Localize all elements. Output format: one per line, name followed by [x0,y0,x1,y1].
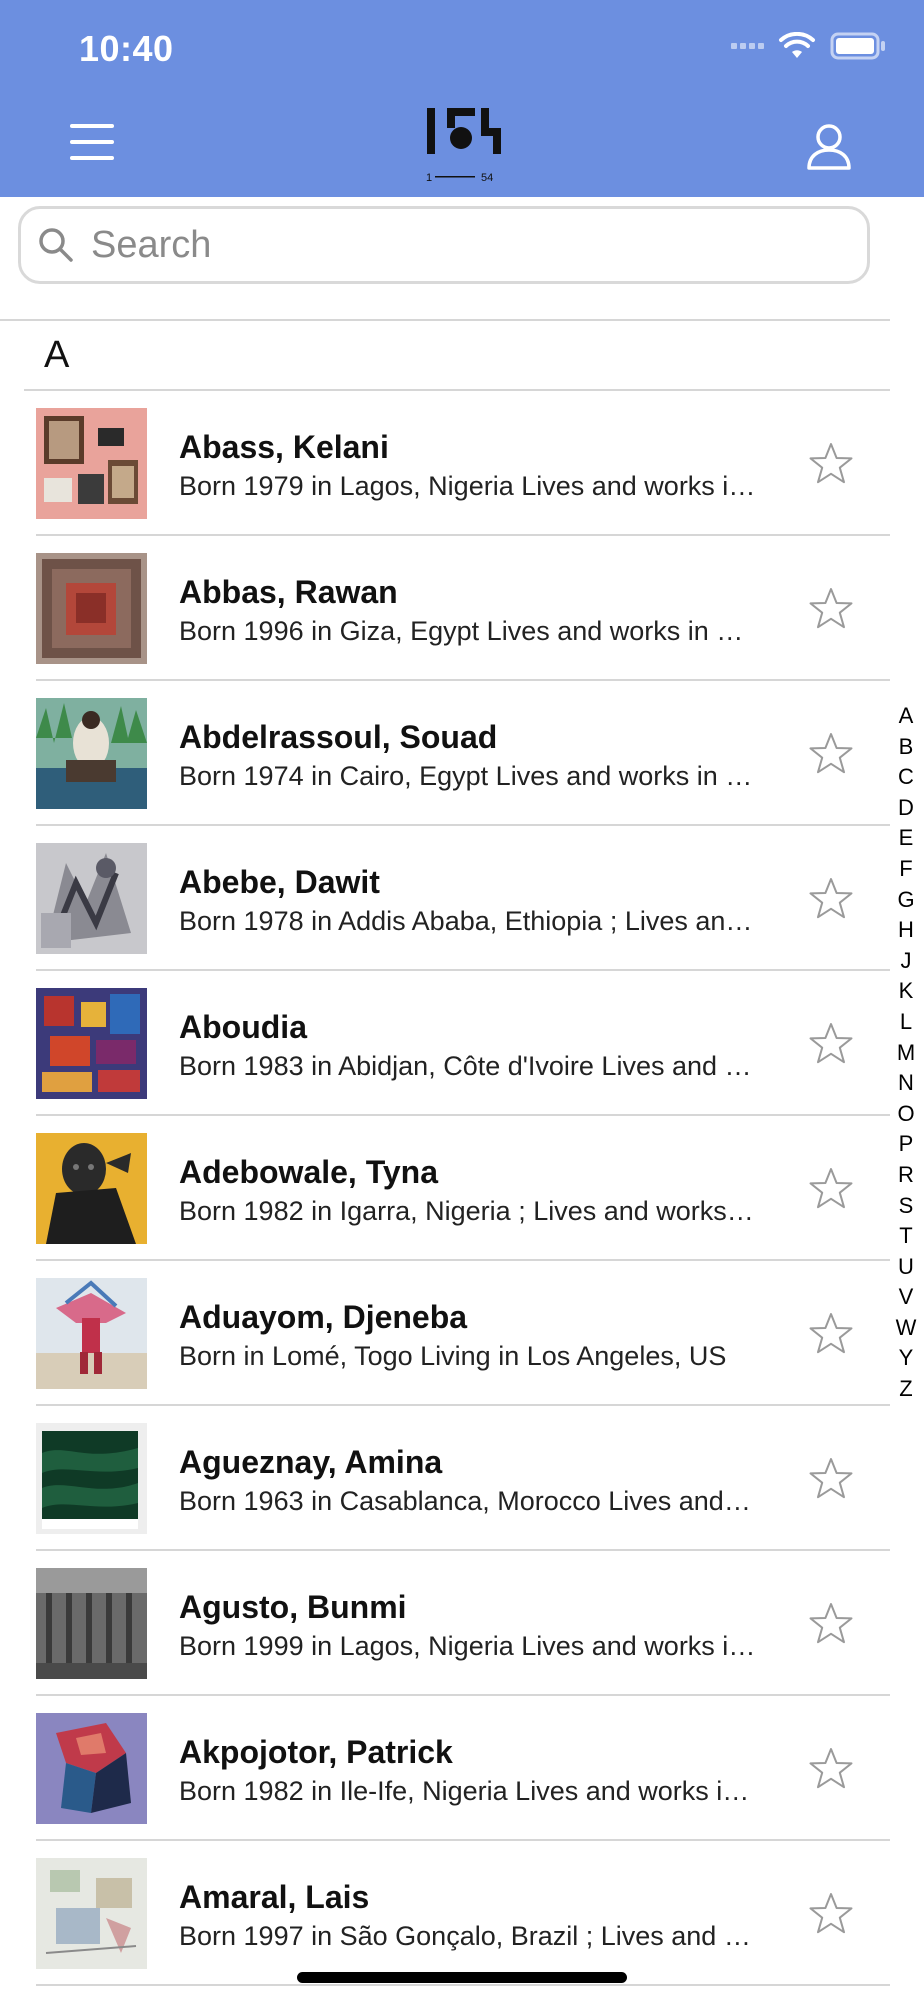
artist-bio: Born 1983 in Abidjan, Côte d'Ivoire Live… [179,1051,757,1081]
artist-name: Adebowale, Tyna [179,1154,439,1190]
index-letter[interactable]: E [899,823,914,854]
home-indicator[interactable] [297,1972,627,1983]
list-item[interactable]: Aduayom, Djeneba Born in Lomé, Togo Livi… [0,1261,890,1406]
artist-bio: Born 1982 in Ile-Ife, Nigeria Lives and … [179,1776,757,1806]
status-time: 10:40 [79,28,174,69]
index-letter[interactable]: P [899,1129,914,1160]
index-letter[interactable]: O [897,1099,914,1130]
artist-bio: Born 1979 in Lagos, Nigeria Lives and wo… [179,471,757,501]
star-outline-icon[interactable] [808,1311,854,1357]
artist-name: Abbas, Rawan [179,574,398,610]
artwork-thumbnail [36,1858,147,1969]
artwork-thumbnail [36,1133,147,1244]
artist-name: Abebe, Dawit [179,864,380,900]
artwork-thumbnail [36,1713,147,1824]
cellular-signal-icon [731,43,764,49]
star-outline-icon[interactable] [808,1746,854,1792]
list-item[interactable]: Agueznay, Amina Born 1963 in Casablanca,… [0,1406,890,1551]
search-input[interactable] [89,222,813,268]
index-letter[interactable]: T [899,1221,912,1252]
artist-bio: Born 1982 in Igarra, Nigeria ; Lives and… [179,1196,757,1226]
artist-name: Amaral, Lais [179,1879,370,1915]
index-letter[interactable]: C [898,762,914,793]
list-item[interactable]: Akpojotor, Patrick Born 1982 in Ile-Ife,… [0,1696,890,1841]
list-item[interactable]: Agusto, Bunmi Born 1999 in Lagos, Nigeri… [0,1551,890,1696]
list-item[interactable]: Amaral, Lais Born 1997 in São Gonçalo, B… [0,1841,890,1986]
divider [0,319,890,321]
index-letter[interactable]: U [898,1252,914,1283]
star-outline-icon[interactable] [808,586,854,632]
artist-bio: Born 1978 in Addis Ababa, Ethiopia ; Liv… [179,906,757,936]
index-letter[interactable]: A [899,701,914,732]
artist-bio: Born 1963 in Casablanca, Morocco Lives a… [179,1486,757,1516]
index-letter[interactable]: J [901,946,912,977]
list-item[interactable]: Abass, Kelani Born 1979 in Lagos, Nigeri… [0,391,890,536]
wifi-icon [779,32,815,58]
artist-name: Agueznay, Amina [179,1444,443,1480]
magnifier-icon [39,228,73,262]
artwork-thumbnail [36,553,147,664]
artist-bio: Born 1974 in Cairo, Egypt Lives and work… [179,761,757,791]
list-item[interactable]: Adebowale, Tyna Born 1982 in Igarra, Nig… [0,1116,890,1261]
star-outline-icon[interactable] [808,731,854,777]
svg-text:54: 54 [481,172,493,184]
artist-name: Agusto, Bunmi [179,1589,407,1625]
star-outline-icon[interactable] [808,1891,854,1937]
list-item[interactable]: Abdelrassoul, Souad Born 1974 in Cairo, … [0,681,890,826]
list-item[interactable]: Abbas, Rawan Born 1996 in Giza, Egypt Li… [0,536,890,681]
artist-name: Akpojotor, Patrick [179,1734,453,1770]
section-header-a: A [44,334,70,376]
star-outline-icon[interactable] [808,876,854,922]
star-outline-icon[interactable] [808,1601,854,1647]
index-letter[interactable]: M [897,1038,915,1069]
status-indicators [731,32,886,60]
index-letter[interactable]: S [899,1191,914,1222]
artist-list: Abass, Kelani Born 1979 in Lagos, Nigeri… [0,391,890,1986]
artwork-thumbnail [36,698,147,809]
index-letter[interactable]: L [900,1007,912,1038]
star-outline-icon[interactable] [808,441,854,487]
star-outline-icon[interactable] [808,1456,854,1502]
artwork-thumbnail [36,1423,147,1534]
svg-text:1: 1 [426,172,432,184]
artist-bio: Born in Lomé, Togo Living in Los Angeles… [179,1341,727,1371]
index-letter[interactable]: D [898,793,914,824]
index-letter[interactable]: K [899,976,914,1007]
index-letter[interactable]: Y [899,1343,914,1374]
index-letter[interactable]: Z [899,1374,912,1405]
app-header: 10:40 1 54 [0,0,924,197]
hamburger-menu-icon[interactable] [70,124,114,166]
alphabet-index[interactable]: A B C D E F G H J K L M N O P R S T U V … [893,701,919,1405]
1-54-logo[interactable]: 1 54 [423,98,505,190]
user-profile-icon[interactable] [806,122,852,175]
index-letter[interactable]: B [899,732,914,763]
artist-name: Abdelrassoul, Souad [179,719,498,755]
star-outline-icon[interactable] [808,1021,854,1067]
artist-bio: Born 1999 in Lagos, Nigeria Lives and wo… [179,1631,757,1661]
star-outline-icon[interactable] [808,1166,854,1212]
index-letter[interactable]: F [899,854,912,885]
battery-icon [830,32,885,60]
artist-name: Abass, Kelani [179,429,389,465]
artwork-thumbnail [36,1278,147,1389]
list-item[interactable]: Aboudia Born 1983 in Abidjan, Côte d'Ivo… [0,971,890,1116]
search-bar[interactable] [18,206,870,284]
index-letter[interactable]: G [897,885,914,916]
index-letter[interactable]: W [896,1313,917,1344]
artist-bio: Born 1997 in São Gonçalo, Brazil ; Lives… [179,1921,757,1951]
artist-name: Aduayom, Djeneba [179,1299,468,1335]
artist-name: Aboudia [179,1009,307,1045]
index-letter[interactable]: N [898,1068,914,1099]
artwork-thumbnail [36,843,147,954]
index-letter[interactable]: H [898,915,914,946]
artwork-thumbnail [36,408,147,519]
artwork-thumbnail [36,988,147,1099]
index-letter[interactable]: R [898,1160,914,1191]
index-letter[interactable]: V [899,1282,914,1313]
artist-bio: Born 1996 in Giza, Egypt Lives and works… [179,616,757,646]
list-item[interactable]: Abebe, Dawit Born 1978 in Addis Ababa, E… [0,826,890,971]
artwork-thumbnail [36,1568,147,1679]
